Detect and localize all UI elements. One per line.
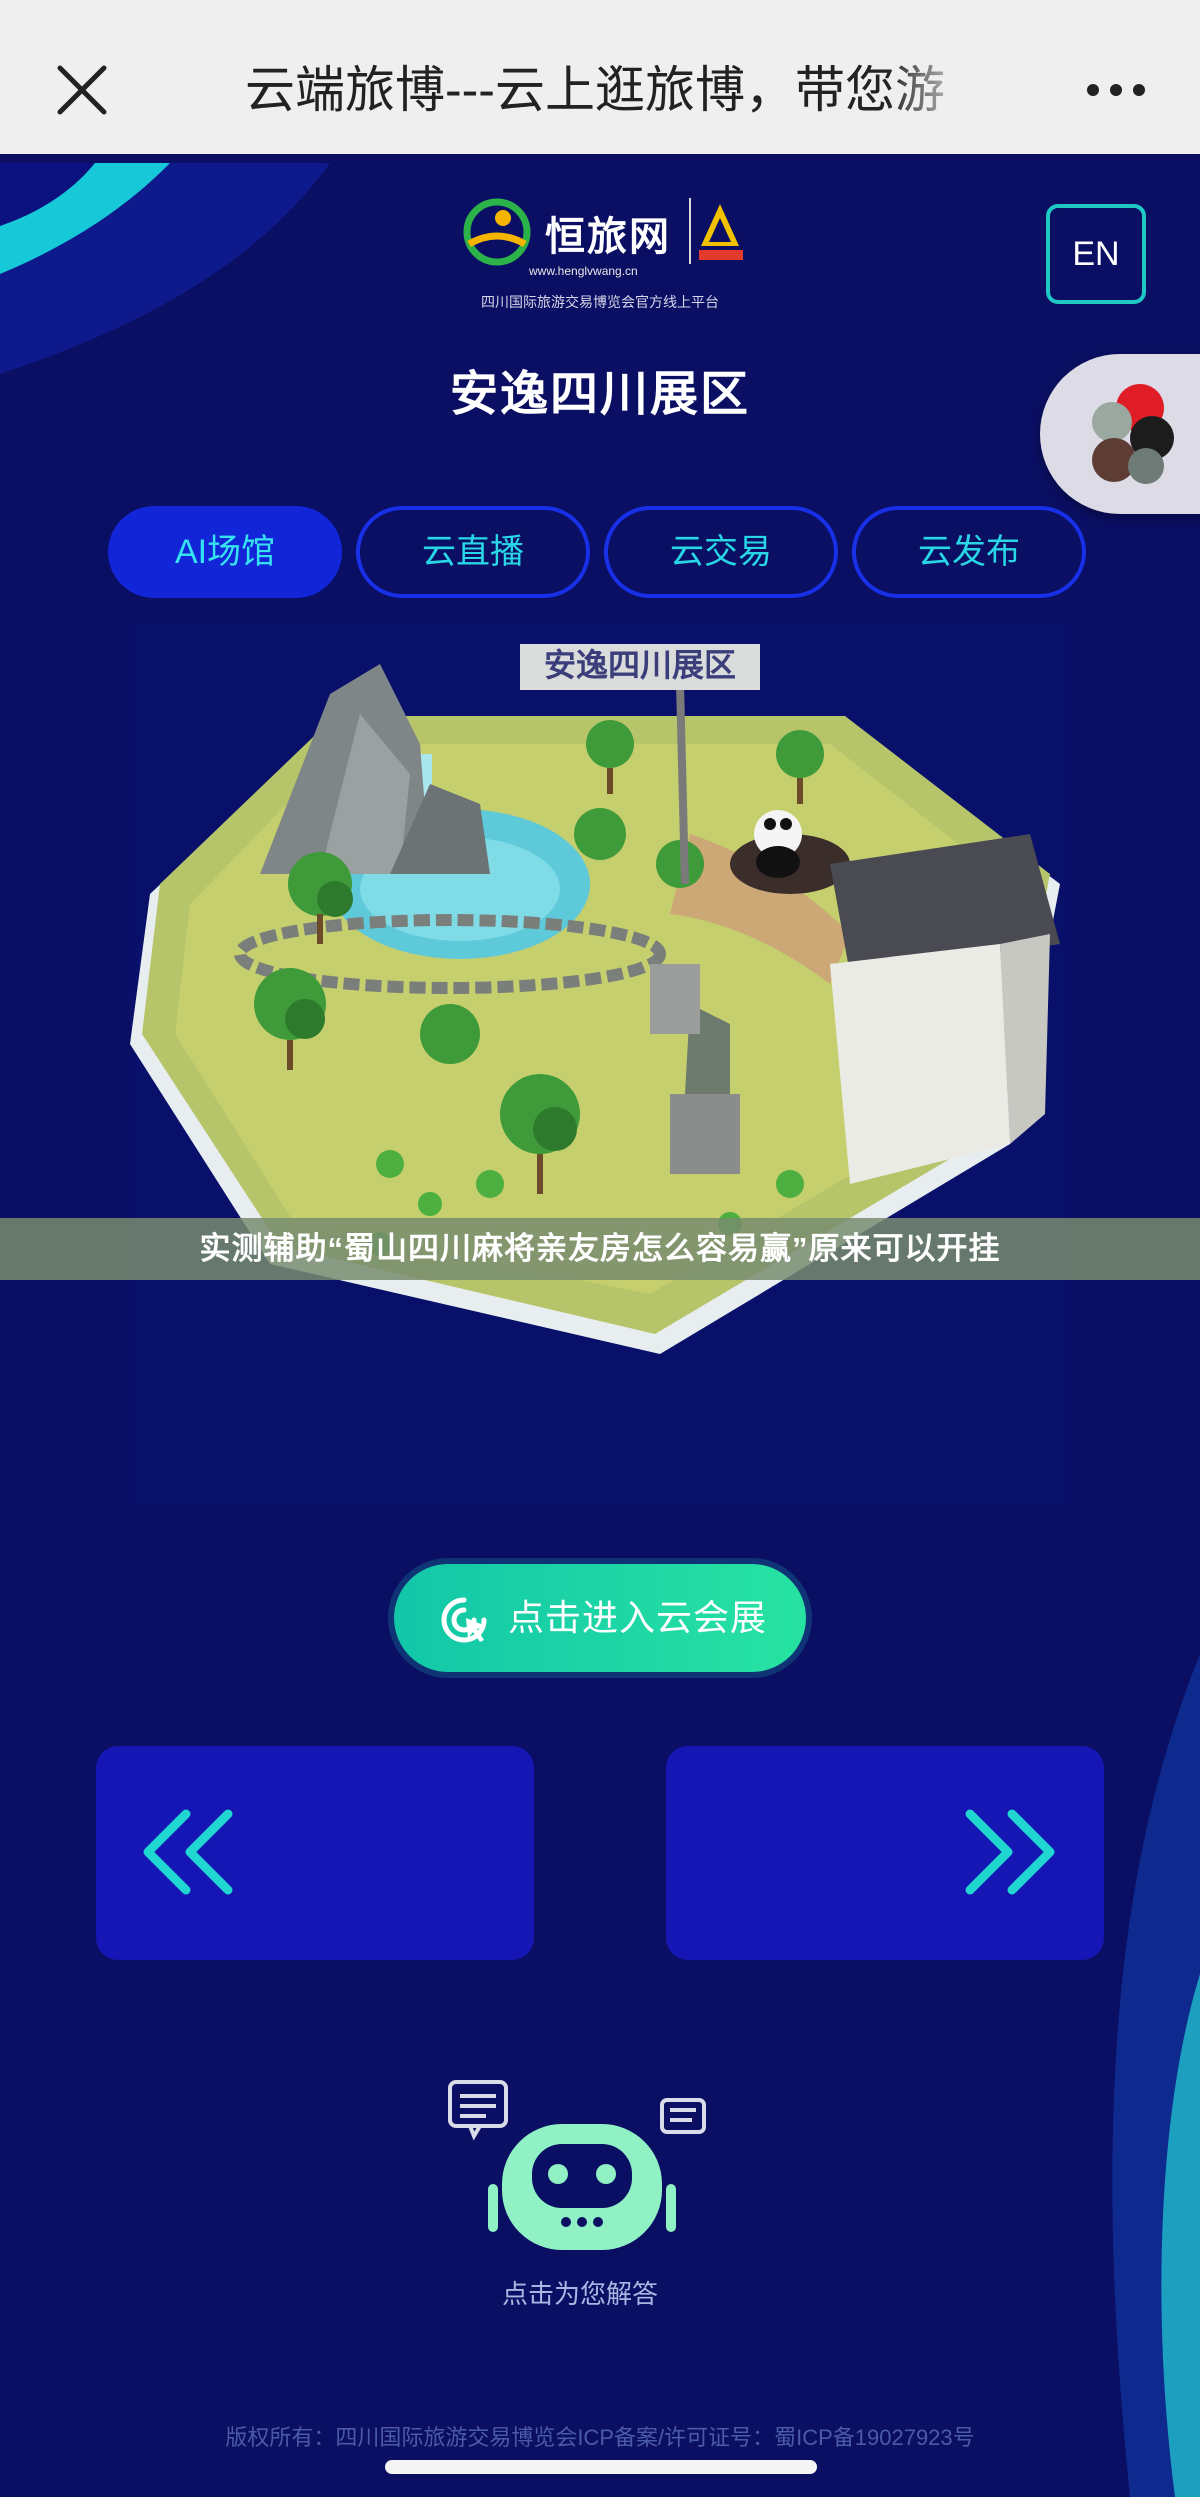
logo-caption: 四川国际旅游交易博览会官方线上平台 [481, 294, 719, 310]
more-button[interactable] [1085, 80, 1147, 100]
tab-live[interactable]: 云直播 [356, 506, 590, 598]
browser-top-bar: 云端旅博---云上逛旅博，带您游 [0, 0, 1200, 154]
double-chevron-left-icon [143, 1809, 233, 1895]
double-chevron-right-icon [965, 1809, 1055, 1895]
close-button[interactable] [52, 60, 112, 120]
next-button[interactable] [666, 1746, 1104, 1960]
tab-trade[interactable]: 云交易 [604, 506, 838, 598]
assistant-robot-button[interactable] [440, 2074, 720, 2274]
tab-release[interactable]: 云发布 [852, 506, 1086, 598]
close-icon [57, 65, 107, 115]
exhibition-3d-scene[interactable]: 安逸四川展区 [130, 624, 1070, 1504]
enter-exhibition-label: 点击进入云会展 [508, 1597, 768, 1638]
page-title: 安逸四川展区 [449, 368, 750, 421]
logo-name: 恒旅网 [545, 215, 671, 259]
logo-url: www.henglvwang.cn [529, 264, 638, 278]
home-indicator[interactable] [385, 2460, 817, 2474]
overlay-banner: 实测辅助“蜀山四川麻将亲友房怎么容易赢”原来可以开挂 [0, 1218, 1200, 1280]
logo-mark-icon [463, 198, 531, 266]
assistant-label: 点击为您解答 [501, 2279, 658, 2309]
main-content: 恒旅网 www.henglvwang.cn 四川国际旅游交易博览会官方线上平台 … [0, 154, 1200, 2497]
previous-button[interactable] [96, 1746, 534, 1960]
language-switch-button[interactable]: EN [1046, 204, 1146, 304]
tab-ai-venue[interactable]: AI场馆 [108, 506, 342, 598]
scene-sign: 安逸四川展区 [544, 647, 736, 683]
enter-exhibition-button[interactable]: 点击进入云会展 [394, 1564, 806, 1672]
more-icon [1087, 84, 1145, 96]
scite-logo-icon [689, 198, 743, 264]
diorama-image: 安逸四川展区 [130, 644, 1060, 1354]
browser-title: 云端旅博---云上逛旅博，带您游 [245, 62, 945, 118]
cursor-click-icon [441, 1597, 487, 1643]
footer-copyright: 版权所有：四川国际旅游交易博览会ICP备案/许可证号：蜀ICP备19027923… [225, 2425, 975, 2450]
main-tabs: AI场馆 云直播 云交易 云发布 [108, 506, 1088, 602]
robot-icon [448, 2080, 706, 2250]
